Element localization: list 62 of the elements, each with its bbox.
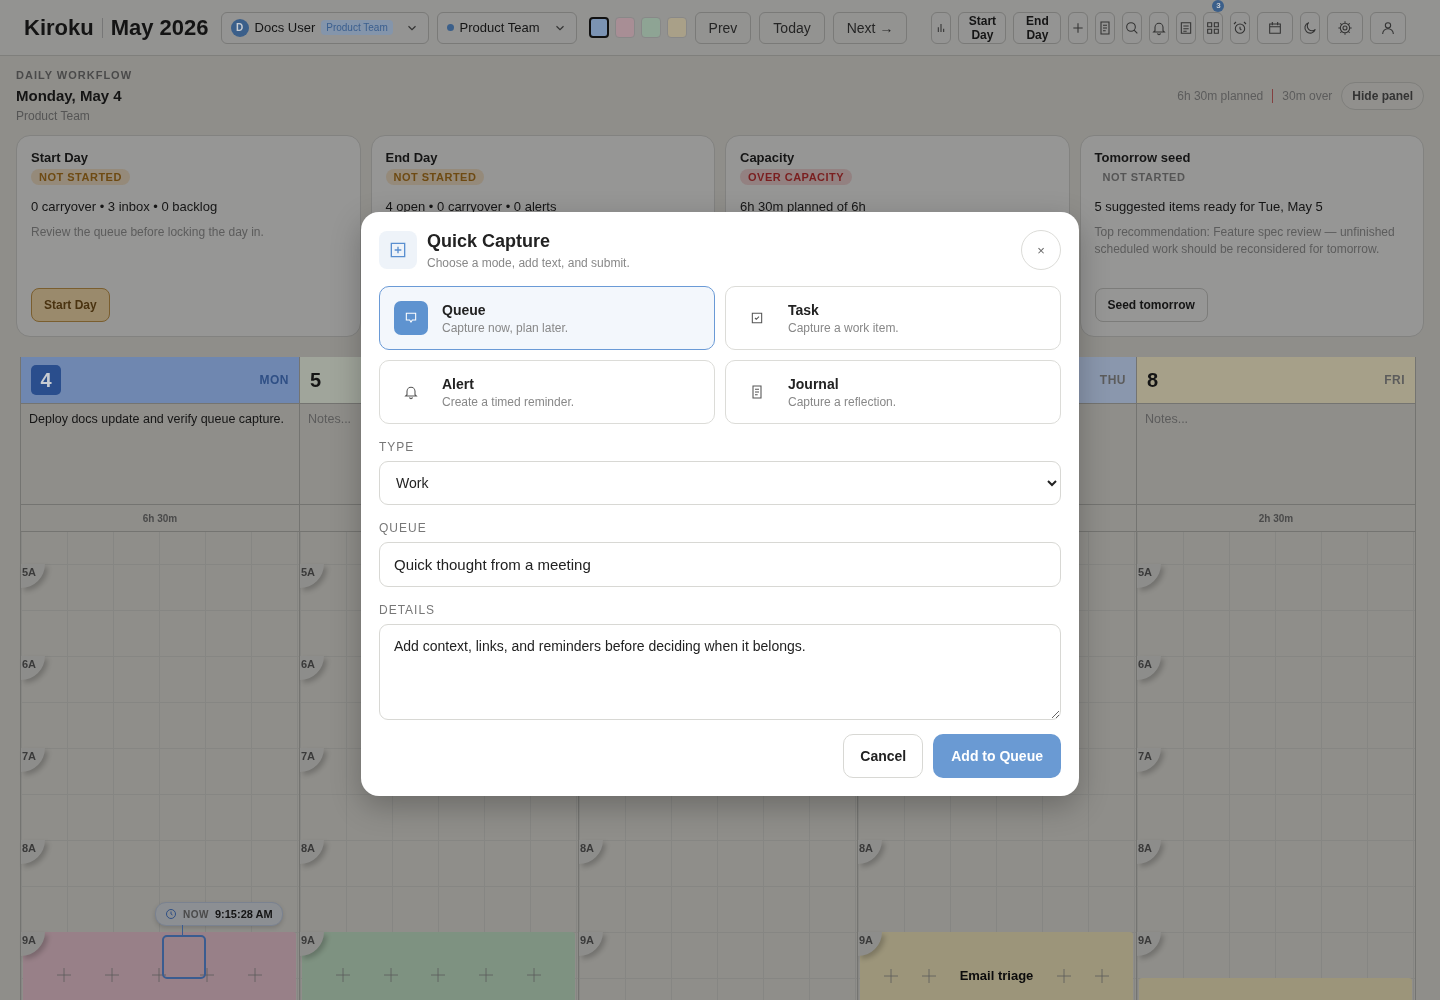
day-number: 8 (1147, 368, 1159, 392)
card-title: End Day (385, 150, 438, 165)
card-summary: 6h 30m planned of 6h (740, 199, 866, 214)
hour-label: 7A (1137, 748, 1161, 772)
hour-label: 5A (21, 564, 45, 588)
card-summary: 5 suggested items ready for Tue, May 5 (1094, 199, 1323, 214)
mode-description: Capture a reflection. (788, 394, 897, 409)
mode-description: Capture a work item. (788, 320, 899, 335)
app-logo: Kiroku (24, 14, 94, 41)
field-label: TYPE (379, 440, 416, 454)
mode-title: Alert (442, 375, 475, 392)
month-title: May 2026 (110, 14, 209, 41)
status-label: OVER CAPACITY (740, 169, 853, 185)
mode-description: Create a timed reminder. (442, 394, 575, 409)
hour-label: 5A (1137, 564, 1161, 588)
hour-label: 8A (1137, 840, 1161, 864)
day-number: 4 (31, 365, 61, 395)
hour-label: 8A (858, 840, 882, 864)
status-label: NOT STARTED (385, 169, 485, 185)
day-title: Monday, May 4 (16, 87, 123, 104)
now-time: 9:15:28 AM (214, 908, 273, 920)
mode-description: Capture now, plan later. (442, 320, 569, 335)
planned-hours-bar: 6h 30m (21, 504, 299, 532)
card-summary: 0 carryover • 3 inbox • 0 backlog (31, 199, 218, 214)
card-summary: 4 open • 0 carryover • 0 alerts (385, 199, 557, 214)
section-eyebrow: DAILY WORKFLOW (16, 69, 133, 81)
weekday-label: THU (1099, 373, 1126, 387)
dialog-subtitle: Choose a mode, add text, and submit. (427, 255, 631, 270)
mode-title: Journal (788, 375, 840, 392)
card-title: Capacity (740, 150, 795, 165)
hour-label: 9A (1137, 932, 1161, 956)
team-name: Product Team (459, 20, 540, 35)
hour-label: 6A (1137, 656, 1161, 680)
hour-label: 8A (21, 840, 45, 864)
team-tag: Product Team (321, 20, 393, 35)
card-title: Tomorrow seed (1094, 150, 1191, 165)
hour-label: 7A (21, 748, 45, 772)
mode-title: Task (788, 301, 820, 318)
team-label: Product Team (16, 109, 91, 123)
status-label: NOT STARTED (1101, 170, 1187, 185)
hour-label: 8A (300, 840, 324, 864)
planned-hours-bar: 2h 30m (1137, 504, 1415, 532)
hour-label: 8A (579, 840, 603, 864)
user-name: Docs User (254, 20, 316, 35)
hour-label: 7A (300, 748, 324, 772)
field-label: QUEUE (379, 521, 428, 535)
day-number: 5 (310, 368, 322, 392)
count-badge: 3 (1212, 0, 1225, 12)
now-label: NOW (183, 908, 209, 920)
user-avatar: D (230, 18, 249, 37)
hour-label: 9A (579, 932, 603, 956)
hour-label: 6A (300, 656, 324, 680)
hour-label: 6A (21, 656, 45, 680)
field-label: DETAILS (379, 603, 437, 617)
hour-label: 5A (300, 564, 324, 588)
status-label: NOT STARTED (31, 169, 130, 185)
card-title: Start Day (31, 150, 89, 165)
weekday-label: MON (259, 373, 289, 387)
dialog-title: Quick Capture (427, 230, 552, 252)
event-title: Email triage (959, 968, 1034, 983)
mode-title: Queue (442, 301, 487, 318)
weekday-label: FRI (1384, 373, 1405, 387)
